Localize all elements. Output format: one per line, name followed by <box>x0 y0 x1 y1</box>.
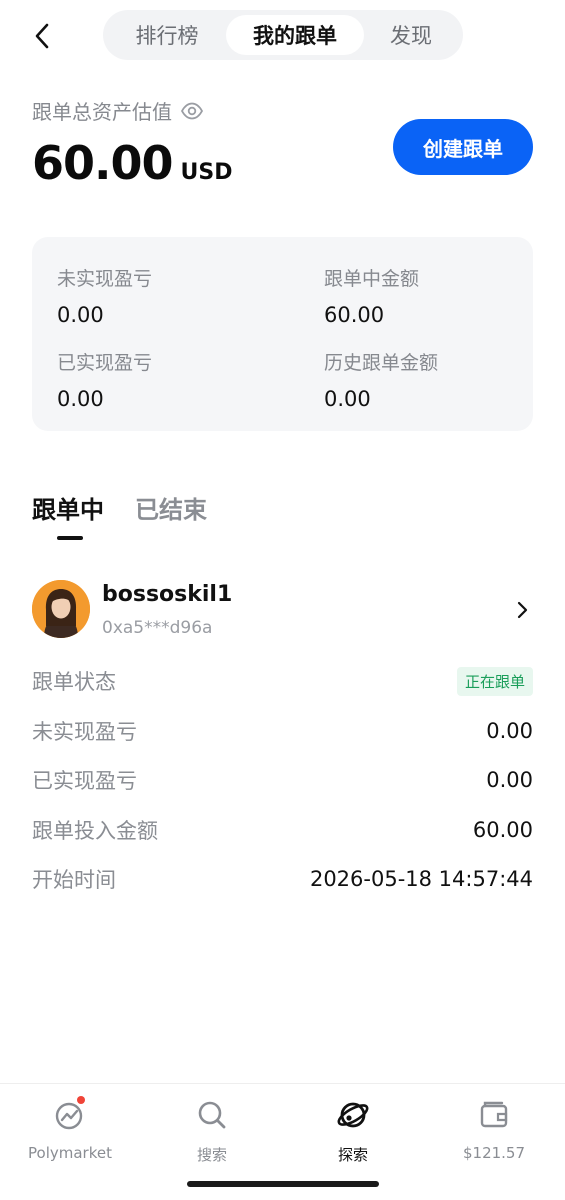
notification-dot <box>77 1096 85 1104</box>
detail-label: 跟单投入金额 <box>32 819 158 843</box>
eye-icon[interactable] <box>180 102 204 120</box>
stat-value: 0.00 <box>57 303 104 327</box>
detail-row-realized: 已实现盈亏 0.00 <box>32 765 533 795</box>
status-badge: 正在跟单 <box>456 666 533 696</box>
stat-value: 60.00 <box>324 303 385 327</box>
active-tab-indicator <box>57 536 83 540</box>
detail-row-start-time: 开始时间 2026-05-18 14:57:44 <box>32 864 533 894</box>
wallet-icon <box>477 1098 511 1132</box>
my-copy-trading-page: 排行榜 我的跟单 发现 跟单总资产估值 60.00 USD 创建跟单 未实现盈亏… <box>0 0 565 1200</box>
tab-active-copies[interactable]: 跟单中 <box>32 490 104 525</box>
chevron-right-icon <box>517 601 528 619</box>
detail-label: 已实现盈亏 <box>32 769 137 793</box>
detail-value: 2026-05-18 14:57:44 <box>309 867 533 891</box>
detail-row-status: 跟单状态 正在跟单 <box>32 666 533 696</box>
trader-row[interactable]: bossoskil1 0xa5***d96a <box>32 580 533 640</box>
stat-history: 历史跟单金额 0.00 <box>324 348 438 411</box>
planet-icon <box>336 1098 370 1132</box>
stat-label: 未实现盈亏 <box>57 268 153 290</box>
stat-label: 历史跟单金额 <box>324 352 439 374</box>
chart-icon <box>53 1096 87 1132</box>
stat-value: 0.00 <box>324 387 371 411</box>
detail-row-invest: 跟单投入金额 60.00 <box>32 815 533 845</box>
detail-row-unrealized: 未实现盈亏 0.00 <box>32 716 533 746</box>
nav-label: Polymarket <box>28 1144 112 1162</box>
detail-label: 跟单状态 <box>32 670 116 694</box>
detail-value: 60.00 <box>472 818 533 842</box>
detail-value: 0.00 <box>486 719 533 743</box>
nav-polymarket[interactable]: Polymarket <box>10 1096 130 1162</box>
asset-label-text: 跟单总资产估值 <box>32 100 172 124</box>
nav-wallet[interactable]: $121.57 <box>434 1098 554 1162</box>
top-segmented-tabs: 排行榜 我的跟单 发现 <box>103 10 463 60</box>
search-icon <box>195 1098 229 1132</box>
trader-name: bossoskil1 <box>102 582 233 607</box>
stat-value: 0.00 <box>57 387 104 411</box>
stat-label: 已实现盈亏 <box>57 352 153 374</box>
stat-unrealized: 未实现盈亏 0.00 <box>57 264 152 327</box>
nav-explore[interactable]: 探索 <box>293 1098 413 1165</box>
asset-label: 跟单总资产估值 <box>32 96 204 125</box>
home-indicator <box>187 1181 379 1187</box>
tab-discover[interactable]: 发现 <box>364 15 458 55</box>
tab-leaderboard[interactable]: 排行榜 <box>108 15 226 55</box>
nav-label: 搜索 <box>196 1146 227 1164</box>
stat-label: 跟单中金额 <box>324 268 420 290</box>
chevron-left-icon <box>35 23 49 49</box>
trader-address: 0xa5***d96a <box>102 618 213 638</box>
nav-label: 探索 <box>337 1146 368 1164</box>
create-copy-trade-button[interactable]: 创建跟单 <box>393 119 533 175</box>
nav-search[interactable]: 搜索 <box>152 1098 272 1165</box>
avatar <box>32 580 90 638</box>
asset-value: 60.00 USD <box>32 136 233 190</box>
back-button[interactable] <box>24 18 60 54</box>
stat-in-progress: 跟单中金额 60.00 <box>324 264 419 327</box>
detail-value: 0.00 <box>486 768 533 792</box>
detail-label: 开始时间 <box>32 868 116 892</box>
stats-card: 未实现盈亏 0.00 跟单中金额 60.00 已实现盈亏 0.00 历史跟单金额… <box>32 237 533 431</box>
detail-label: 未实现盈亏 <box>32 720 137 744</box>
asset-amount: 60.00 <box>32 136 174 190</box>
tab-my-copy-trading[interactable]: 我的跟单 <box>226 15 364 55</box>
tab-ended-copies[interactable]: 已结束 <box>135 490 207 525</box>
stat-realized: 已实现盈亏 0.00 <box>57 348 152 411</box>
asset-currency: USD <box>180 160 233 185</box>
nav-label: $121.57 <box>462 1144 526 1162</box>
